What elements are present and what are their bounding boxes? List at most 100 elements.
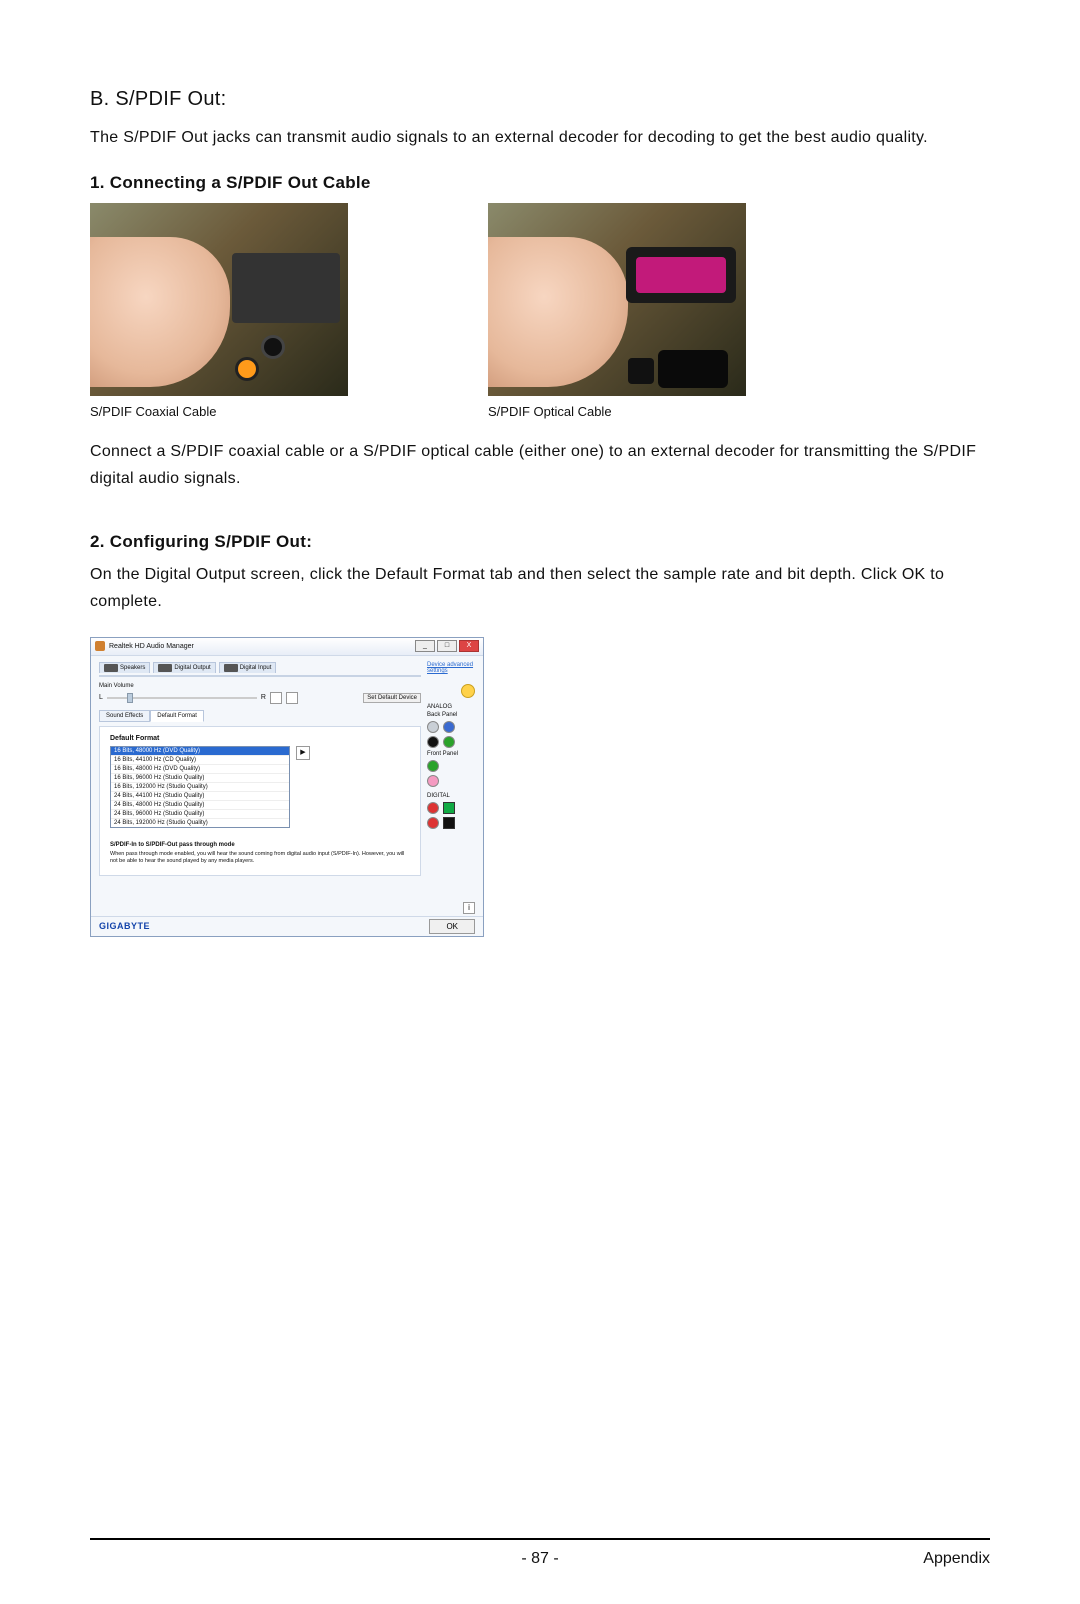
hand-icon (90, 237, 230, 387)
window-footer: GIGABYTE OK (91, 916, 483, 936)
play-test-button[interactable]: ▶ (296, 746, 310, 760)
realtek-window: Realtek HD Audio Manager _ □ X Speakers … (90, 637, 484, 937)
image-col-right: S/PDIF Optical Cable (488, 203, 746, 419)
jack-black-icon[interactable] (427, 736, 439, 748)
format-selected[interactable]: 16 Bits, 48000 Hz (DVD Quality) (111, 747, 289, 755)
dsub-icon (626, 247, 736, 303)
step2-title: 2. Configuring S/PDIF Out: (90, 532, 990, 552)
close-button[interactable]: X (459, 640, 479, 652)
jack-grey-icon[interactable] (427, 721, 439, 733)
help-icon[interactable] (461, 684, 475, 698)
term-ok: OK (902, 566, 926, 583)
titlebar-left: Realtek HD Audio Manager (95, 641, 194, 651)
digital-out-icon (158, 664, 172, 672)
hand-icon (488, 237, 628, 387)
section-title: B. S/PDIF Out: (90, 88, 990, 111)
titlebar[interactable]: Realtek HD Audio Manager _ □ X (91, 638, 483, 656)
optical-out-icon[interactable] (443, 802, 455, 814)
jack-green-icon[interactable] (443, 736, 455, 748)
tab-speakers[interactable]: Speakers (99, 662, 150, 673)
image-row: S/PDIF Coaxial Cable S/PDIF Optical Cabl… (90, 203, 990, 419)
vol-left: L (99, 694, 103, 701)
digital-row2 (427, 817, 475, 829)
format-option[interactable]: 24 Bits, 192000 Hz (Studio Quality) (111, 818, 289, 827)
photo-optical (488, 203, 746, 396)
subtab-default-format[interactable]: Default Format (150, 710, 204, 722)
front-panel-row1 (427, 760, 475, 772)
digital-label: DIGITAL (427, 793, 475, 799)
analog-label: ANALOG (427, 704, 475, 710)
connector-block (232, 253, 340, 323)
step1-title: 1. Connecting a S/PDIF Out Cable (90, 173, 990, 193)
jack-green-icon[interactable] (427, 760, 439, 772)
info-button[interactable]: i (463, 902, 475, 914)
jack-red-icon[interactable] (427, 817, 439, 829)
minimize-button[interactable]: _ (415, 640, 435, 652)
format-option[interactable]: 16 Bits, 48000 Hz (DVD Quality) (111, 764, 289, 773)
footer-rule (90, 1538, 990, 1540)
back-panel-row2 (427, 736, 475, 748)
term-digital-output: Digital Output (145, 566, 246, 583)
window-left-pane: Speakers Digital Output Digital Input Ma… (99, 662, 421, 876)
format-option[interactable]: 16 Bits, 96000 Hz (Studio Quality) (111, 773, 289, 782)
jack-red-icon[interactable] (427, 802, 439, 814)
sub-tabs: Sound Effects Default Format (99, 710, 421, 722)
default-format-panel: Default Format 16 Bits, 48000 Hz (DVD Qu… (99, 726, 421, 876)
ok-button[interactable]: OK (429, 919, 475, 934)
maximize-button[interactable]: □ (437, 640, 457, 652)
serial-port-icon (658, 350, 728, 388)
rca-orange-icon (238, 360, 256, 378)
speaker-icon (104, 664, 118, 672)
digital-in-icon (224, 664, 238, 672)
window-controls: _ □ X (415, 640, 479, 652)
page-number: - 87 - (90, 1550, 990, 1568)
format-option[interactable]: 16 Bits, 44100 Hz (CD Quality) (111, 755, 289, 764)
section-intro: The S/PDIF Out jacks can transmit audio … (90, 125, 990, 151)
format-option[interactable]: 24 Bits, 44100 Hz (Studio Quality) (111, 791, 289, 800)
step2-desc: On the Digital Output screen, click the … (90, 562, 990, 615)
term-default-format: Default Format (375, 566, 485, 583)
tab-digital-input[interactable]: Digital Input (219, 662, 277, 673)
brand-logo: GIGABYTE (99, 921, 150, 931)
optical-jack-icon (628, 358, 654, 384)
optical-in-icon[interactable] (443, 817, 455, 829)
subtab-sound-effects[interactable]: Sound Effects (99, 710, 150, 722)
image-col-left: S/PDIF Coaxial Cable (90, 203, 348, 419)
passthrough-text: When pass through mode enabled, you will… (110, 851, 410, 865)
caption-coaxial: S/PDIF Coaxial Cable (90, 404, 348, 419)
format-combo-row: 16 Bits, 48000 Hz (DVD Quality) 16 Bits,… (110, 746, 410, 828)
tab-digital-input-label: Digital Input (240, 665, 272, 671)
step2-mid2: tab and then select the sample rate and … (485, 566, 902, 583)
jack-blue-icon[interactable] (443, 721, 455, 733)
window-title: Realtek HD Audio Manager (109, 643, 194, 650)
balance-button[interactable] (286, 692, 298, 704)
digital-row1 (427, 802, 475, 814)
format-option[interactable]: 24 Bits, 48000 Hz (Studio Quality) (111, 800, 289, 809)
set-default-device-button[interactable]: Set Default Device (363, 693, 421, 703)
format-option[interactable]: 16 Bits, 192000 Hz (Studio Quality) (111, 782, 289, 791)
device-advanced-link[interactable]: Device advanced settings (427, 662, 475, 674)
caption-optical: S/PDIF Optical Cable (488, 404, 746, 419)
tab-digital-output[interactable]: Digital Output (153, 662, 215, 673)
photo-coaxial (90, 203, 348, 396)
device-tabs: Speakers Digital Output Digital Input (99, 662, 421, 677)
back-panel-row1 (427, 721, 475, 733)
mute-button[interactable] (270, 692, 282, 704)
tab-digital-output-label: Digital Output (174, 665, 210, 671)
main-volume-label: Main Volume (99, 683, 421, 689)
app-icon (95, 641, 105, 651)
slider-thumb-icon[interactable] (127, 693, 133, 703)
jack-pink-icon[interactable] (427, 775, 439, 787)
window-body: Speakers Digital Output Digital Input Ma… (91, 656, 483, 906)
step1-desc: Connect a S/PDIF coaxial cable or a S/PD… (90, 439, 990, 492)
volume-slider[interactable] (107, 697, 257, 699)
format-options-list: 16 Bits, 44100 Hz (CD Quality) 16 Bits, … (111, 755, 289, 827)
format-option[interactable]: 24 Bits, 96000 Hz (Studio Quality) (111, 809, 289, 818)
passthrough-heading: S/PDIF-In to S/PDIF-Out pass through mod… (110, 842, 410, 848)
rca-black-icon (264, 338, 282, 356)
window-right-pane: Device advanced settings ANALOG Back Pan… (427, 662, 475, 876)
main-volume-row: L R Set Default Device (99, 692, 421, 704)
format-dropdown[interactable]: 16 Bits, 48000 Hz (DVD Quality) 16 Bits,… (110, 746, 290, 828)
back-panel-label: Back Panel (427, 712, 475, 718)
default-format-heading: Default Format (110, 735, 410, 742)
